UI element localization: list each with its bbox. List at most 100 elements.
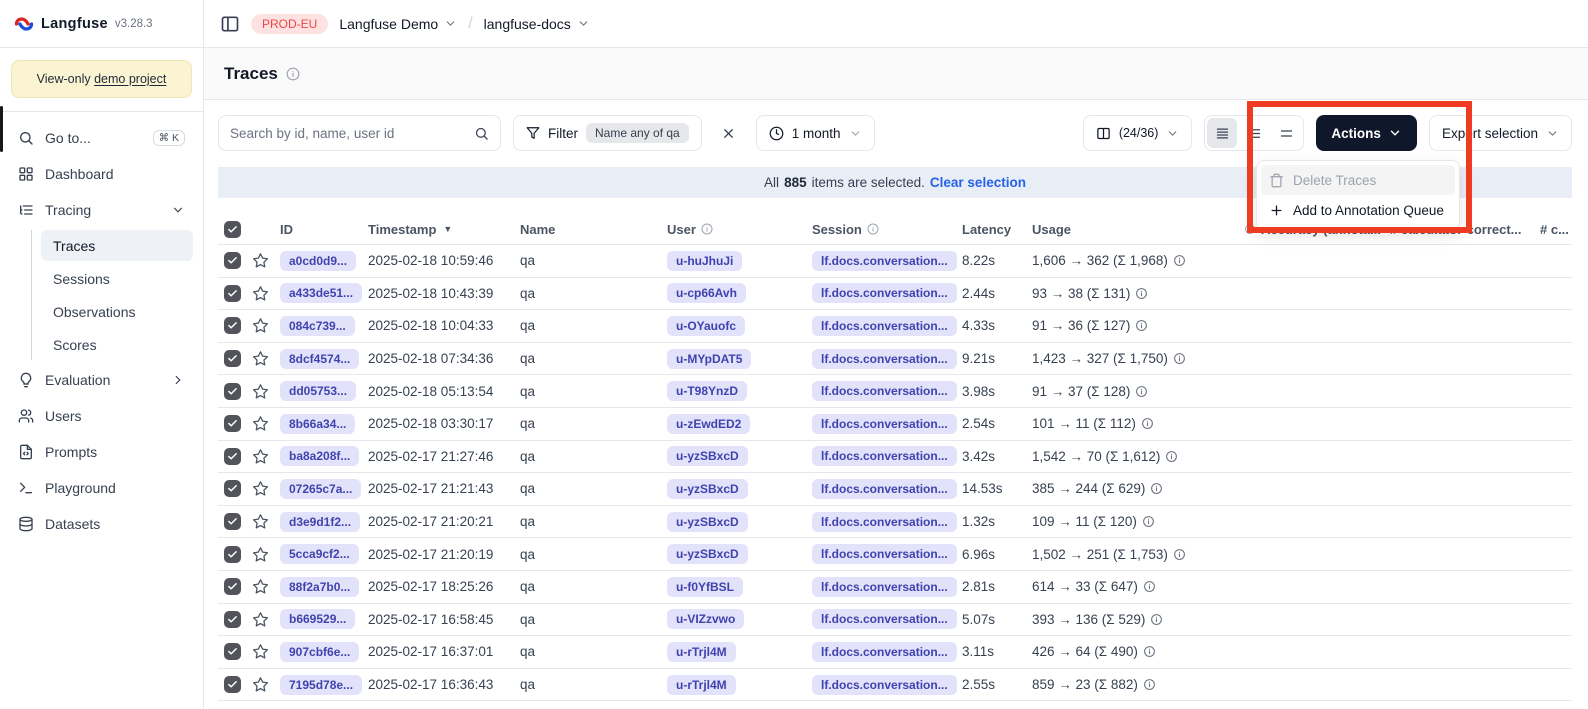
row-checkbox[interactable] xyxy=(224,676,241,693)
star-icon[interactable] xyxy=(252,285,269,302)
search-input[interactable] xyxy=(230,126,466,141)
sidebar-item-evaluation[interactable]: Evaluation xyxy=(10,364,193,395)
sidebar-item-sessions[interactable]: Sessions xyxy=(41,263,193,294)
star-icon[interactable] xyxy=(252,578,269,595)
trace-id-badge[interactable]: 07265c7a... xyxy=(280,479,361,499)
panel-left-icon[interactable] xyxy=(220,14,240,34)
star-icon[interactable] xyxy=(252,383,269,400)
trace-id-badge[interactable]: b669529... xyxy=(280,609,355,629)
star-icon[interactable] xyxy=(252,480,269,497)
filter-button[interactable]: Filter Name any of qa xyxy=(513,115,702,151)
row-checkbox[interactable] xyxy=(224,317,241,334)
trace-id-badge[interactable]: a433de51... xyxy=(280,283,362,303)
user-id-badge[interactable]: u-zEwdED2 xyxy=(667,414,750,434)
clear-selection-link[interactable]: Clear selection xyxy=(930,175,1026,190)
time-range-button[interactable]: 1 month xyxy=(756,115,875,151)
session-id-badge[interactable]: lf.docs.conversation... xyxy=(812,577,957,597)
session-id-badge[interactable]: lf.docs.conversation... xyxy=(812,642,957,662)
session-id-badge[interactable]: lf.docs.conversation... xyxy=(812,316,957,336)
user-id-badge[interactable]: u-rTrjl4M xyxy=(667,675,736,695)
user-id-badge[interactable]: u-yzSBxcD xyxy=(667,479,748,499)
user-id-badge[interactable]: u-OYauofc xyxy=(667,316,745,336)
column-header-score-extra[interactable]: # c... xyxy=(1540,222,1572,237)
sidebar-item-scores[interactable]: Scores xyxy=(41,329,193,360)
trace-id-badge[interactable]: dd05753... xyxy=(280,381,356,401)
star-icon[interactable] xyxy=(252,676,269,693)
session-id-badge[interactable]: lf.docs.conversation... xyxy=(812,283,957,303)
org-selector[interactable]: Langfuse Demo xyxy=(339,16,457,32)
row-checkbox[interactable] xyxy=(224,611,241,628)
star-icon[interactable] xyxy=(252,546,269,563)
user-id-badge[interactable]: u-VIZzvwo xyxy=(667,609,744,629)
star-icon[interactable] xyxy=(252,350,269,367)
sidebar-item-observations[interactable]: Observations xyxy=(41,296,193,327)
row-checkbox[interactable] xyxy=(224,415,241,432)
sidebar-scrollbar[interactable] xyxy=(0,106,3,152)
column-header-id[interactable]: ID xyxy=(280,222,368,237)
select-all-checkbox[interactable] xyxy=(224,221,241,238)
trace-id-badge[interactable]: 8dcf4574... xyxy=(280,349,359,369)
row-checkbox[interactable] xyxy=(224,252,241,269)
row-checkbox[interactable] xyxy=(224,578,241,595)
star-icon[interactable] xyxy=(252,448,269,465)
row-checkbox[interactable] xyxy=(224,643,241,660)
user-id-badge[interactable]: u-MYpDAT5 xyxy=(667,349,751,369)
row-checkbox[interactable] xyxy=(224,350,241,367)
column-header-name[interactable]: Name xyxy=(520,222,667,237)
session-id-badge[interactable]: lf.docs.conversation... xyxy=(812,251,957,271)
menu-item-delete-traces[interactable]: Delete Traces xyxy=(1261,165,1455,195)
project-selector[interactable]: langfuse-docs xyxy=(484,16,590,32)
sidebar-item-traces[interactable]: Traces xyxy=(41,230,193,261)
star-icon[interactable] xyxy=(252,415,269,432)
row-height-large-button[interactable] xyxy=(1271,118,1301,148)
clear-filter-button[interactable] xyxy=(714,115,744,151)
star-icon[interactable] xyxy=(252,252,269,269)
sidebar-item-datasets[interactable]: Datasets xyxy=(10,508,193,539)
sidebar-item-goto[interactable]: Go to... ⌘ K xyxy=(10,122,193,153)
sidebar-item-tracing[interactable]: Tracing xyxy=(10,194,193,225)
session-id-badge[interactable]: lf.docs.conversation... xyxy=(812,349,957,369)
column-header-usage[interactable]: Usage xyxy=(1032,222,1244,237)
columns-button[interactable]: (24/36) xyxy=(1083,115,1193,151)
trace-id-badge[interactable]: 907cbf6e... xyxy=(280,642,359,662)
export-selection-button[interactable]: Export selection xyxy=(1429,115,1572,151)
sidebar-item-playground[interactable]: Playground xyxy=(10,472,193,503)
row-checkbox[interactable] xyxy=(224,383,241,400)
row-height-small-button[interactable] xyxy=(1207,118,1237,148)
row-checkbox[interactable] xyxy=(224,448,241,465)
row-checkbox[interactable] xyxy=(224,546,241,563)
user-id-badge[interactable]: u-T98YnzD xyxy=(667,381,747,401)
session-id-badge[interactable]: lf.docs.conversation... xyxy=(812,414,957,434)
demo-project-link[interactable]: demo project xyxy=(94,72,166,86)
row-height-medium-button[interactable] xyxy=(1239,118,1269,148)
star-icon[interactable] xyxy=(252,643,269,660)
session-id-badge[interactable]: lf.docs.conversation... xyxy=(812,512,957,532)
user-id-badge[interactable]: u-yzSBxcD xyxy=(667,446,748,466)
user-id-badge[interactable]: u-huJhuJi xyxy=(667,251,742,271)
session-id-badge[interactable]: lf.docs.conversation... xyxy=(812,479,957,499)
trace-id-badge[interactable]: 5cca9cf2... xyxy=(280,544,359,564)
trace-id-badge[interactable]: 88f2a7b0... xyxy=(280,577,359,597)
star-icon[interactable] xyxy=(252,611,269,628)
row-checkbox[interactable] xyxy=(224,285,241,302)
trace-id-badge[interactable]: 8b66a34... xyxy=(280,414,355,434)
star-icon[interactable] xyxy=(252,513,269,530)
trace-id-badge[interactable]: a0cd0d9... xyxy=(280,251,356,271)
sidebar-item-dashboard[interactable]: Dashboard xyxy=(10,158,193,189)
session-id-badge[interactable]: lf.docs.conversation... xyxy=(812,544,957,564)
search-icon[interactable] xyxy=(474,126,489,141)
user-id-badge[interactable]: u-cp66Avh xyxy=(667,283,746,303)
session-id-badge[interactable]: lf.docs.conversation... xyxy=(812,609,957,629)
user-id-badge[interactable]: u-f0YfBSL xyxy=(667,577,743,597)
user-id-badge[interactable]: u-yzSBxcD xyxy=(667,512,748,532)
trace-id-badge[interactable]: 084c739... xyxy=(280,316,355,336)
row-checkbox[interactable] xyxy=(224,480,241,497)
user-id-badge[interactable]: u-rTrjl4M xyxy=(667,642,736,662)
trace-id-badge[interactable]: 7195d78e... xyxy=(280,675,362,695)
sidebar-item-users[interactable]: Users xyxy=(10,400,193,431)
user-id-badge[interactable]: u-yzSBxcD xyxy=(667,544,748,564)
star-icon[interactable] xyxy=(252,317,269,334)
column-header-session[interactable]: Session xyxy=(812,222,962,237)
row-checkbox[interactable] xyxy=(224,513,241,530)
session-id-badge[interactable]: lf.docs.conversation... xyxy=(812,381,957,401)
